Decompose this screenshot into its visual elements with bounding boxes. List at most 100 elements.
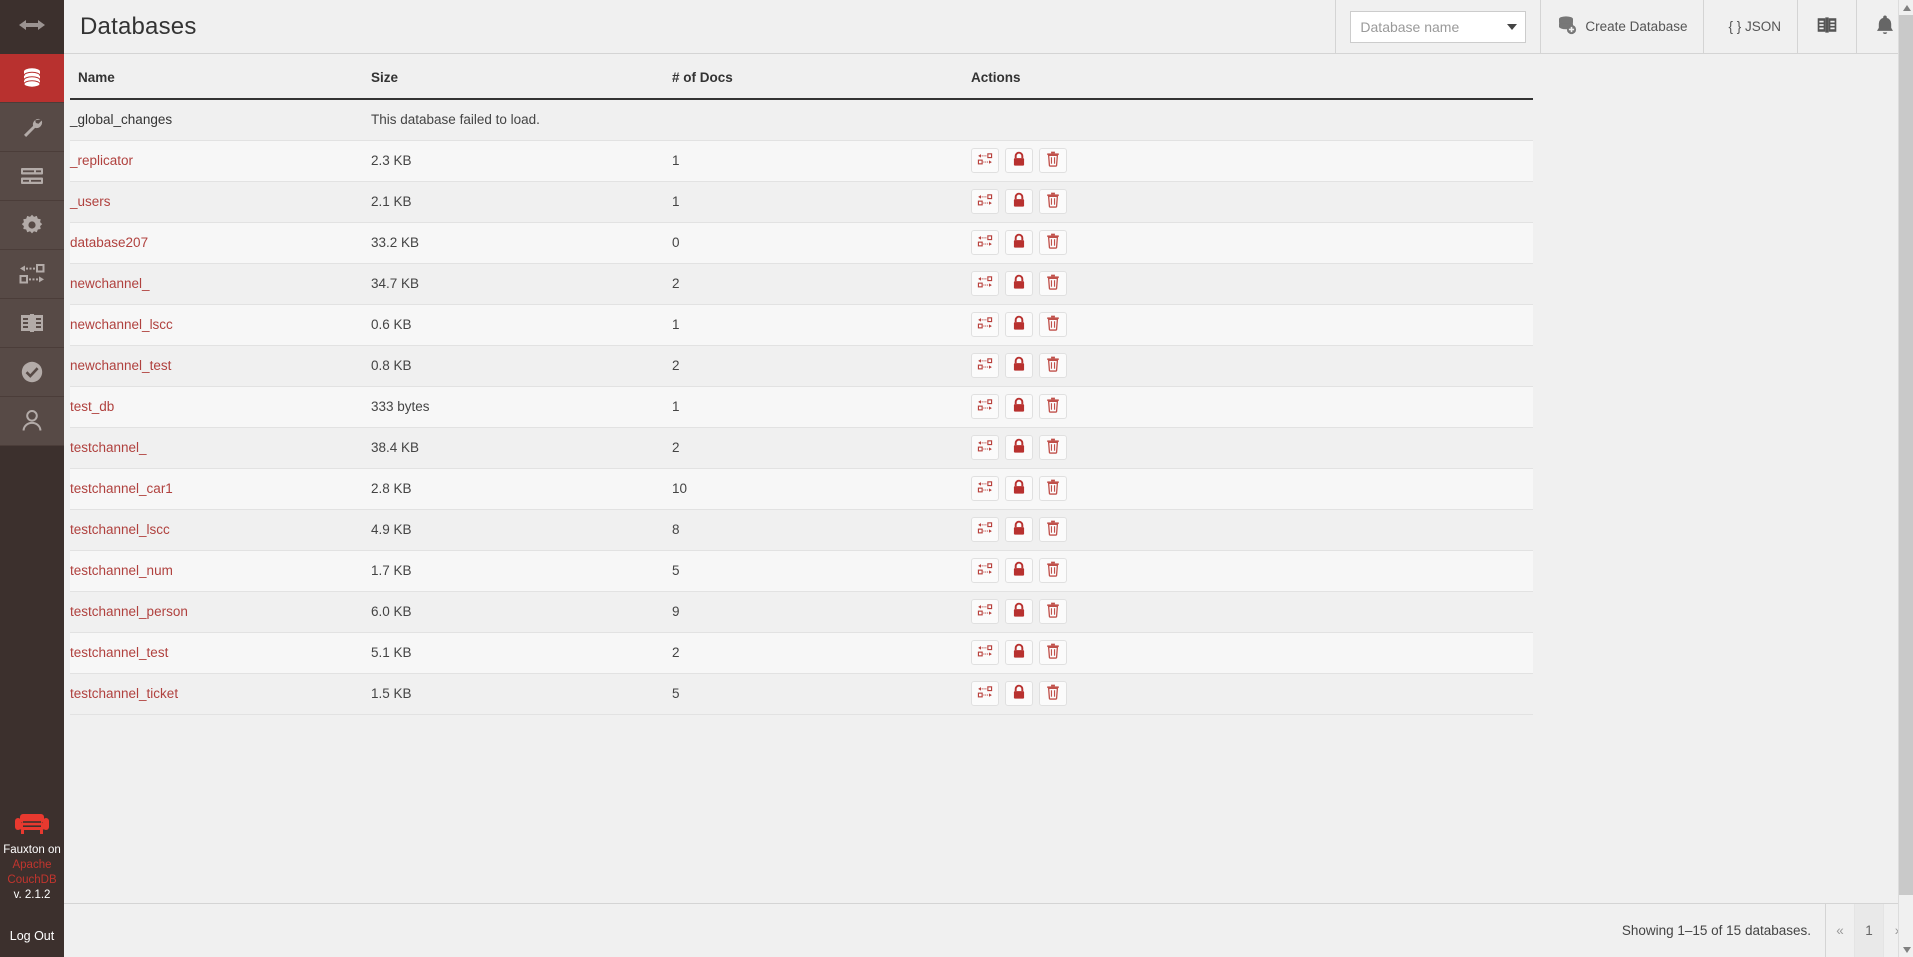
permissions-button[interactable] [1005,476,1034,501]
database-link[interactable]: newchannel_ [70,276,150,291]
delete-button[interactable] [1039,517,1068,542]
logout-button[interactable]: Log Out [0,911,64,957]
database-link[interactable]: testchannel_person [70,604,188,619]
scrollbar-down-arrow[interactable] [1899,942,1913,957]
replicate-icon [977,439,993,456]
permissions-button[interactable] [1005,312,1034,337]
delete-button[interactable] [1039,189,1068,214]
permissions-button[interactable] [1005,353,1034,378]
database-link[interactable]: newchannel_test [70,358,171,373]
database-link[interactable]: testchannel_test [70,645,168,660]
sidebar-item-replication[interactable] [0,250,64,299]
sidebar-item-account[interactable] [0,397,64,446]
scrollbar-thumb[interactable] [1899,15,1913,895]
column-header-name[interactable]: Name [70,54,372,100]
sidebar-item-databases[interactable] [0,54,64,103]
lock-icon [1012,561,1026,580]
database-link[interactable]: testchannel_ [70,440,147,455]
scrollbar-up-arrow[interactable] [1899,0,1913,15]
replicate-button[interactable] [971,435,1000,460]
permissions-button[interactable] [1005,640,1034,665]
databases-table: Name Size # of Docs Actions _global_chan… [70,54,1533,715]
delete-button[interactable] [1039,353,1068,378]
sidebar-item-documentation[interactable] [0,299,64,348]
delete-button[interactable] [1039,476,1068,501]
delete-button[interactable] [1039,230,1068,255]
create-database-label: Create Database [1585,19,1688,34]
database-link[interactable]: testchannel_car1 [70,481,173,496]
page-title: Databases [80,12,197,40]
prev-page[interactable]: « [1826,904,1855,957]
search-box[interactable] [1350,10,1527,43]
delete-button[interactable] [1039,681,1068,706]
caret-down-icon[interactable] [1507,23,1518,30]
permissions-button[interactable] [1005,148,1034,173]
replicate-button[interactable] [971,271,1000,296]
bell-icon [1875,14,1895,39]
replicate-button[interactable] [971,640,1000,665]
delete-button[interactable] [1039,271,1068,296]
replicate-button[interactable] [971,476,1000,501]
brand-version: v. 2.1.2 [13,889,51,901]
database-link[interactable]: testchannel_num [70,563,173,578]
permissions-button[interactable] [1005,517,1034,542]
delete-button[interactable] [1039,148,1068,173]
check-circle-icon [20,360,44,384]
json-button[interactable]: { } JSON [1703,0,1797,53]
permissions-button[interactable] [1005,271,1034,296]
sidebar-item-configuration[interactable] [0,201,64,250]
user-icon [21,409,43,433]
column-header-docs[interactable]: # of Docs [672,54,972,100]
search-input[interactable] [1360,18,1501,35]
cell-doc-count: 5 [672,673,972,715]
delete-button[interactable] [1039,640,1068,665]
database-link[interactable]: _replicator [70,153,133,168]
database-link[interactable]: testchannel_lscc [70,522,170,537]
trash-icon [1046,561,1060,580]
delete-button[interactable] [1039,435,1068,460]
permissions-button[interactable] [1005,189,1034,214]
permissions-button[interactable] [1005,558,1034,583]
replicate-button[interactable] [971,517,1000,542]
sidebar-item-active-tasks[interactable] [0,152,64,201]
permissions-button[interactable] [1005,394,1034,419]
wrench-icon [20,115,44,139]
database-link[interactable]: newchannel_lscc [70,317,173,332]
row-actions [971,681,1533,706]
delete-button[interactable] [1039,558,1068,583]
delete-button[interactable] [1039,394,1068,419]
cell-database-name: test_db [70,386,372,428]
permissions-button[interactable] [1005,435,1034,460]
sidebar-item-verify[interactable] [0,348,64,397]
delete-button[interactable] [1039,312,1068,337]
replicate-button[interactable] [971,599,1000,624]
documentation-button[interactable] [1797,0,1856,53]
row-actions [971,353,1533,378]
replicate-button[interactable] [971,230,1000,255]
replicate-button[interactable] [971,394,1000,419]
create-database-button[interactable]: Create Database [1540,0,1703,53]
permissions-button[interactable] [1005,599,1034,624]
database-link[interactable]: _users [70,194,111,209]
page-scrollbar[interactable] [1898,0,1913,957]
sidebar-toggle-button[interactable] [0,0,64,54]
replicate-button[interactable] [971,189,1000,214]
replicate-button[interactable] [971,353,1000,378]
replicate-button[interactable] [971,558,1000,583]
sidebar: Fauxton on Apache CouchDB v. 2.1.2 Log O… [0,0,64,957]
cell-actions [971,468,1533,510]
sidebar-item-setup[interactable] [0,103,64,152]
permissions-button[interactable] [1005,681,1034,706]
column-header-size[interactable]: Size [371,54,673,100]
permissions-button[interactable] [1005,230,1034,255]
database-link[interactable]: testchannel_ticket [70,686,178,701]
page-1[interactable]: 1 [1855,904,1884,957]
databases-content: Name Size # of Docs Actions _global_chan… [64,54,1913,902]
delete-button[interactable] [1039,599,1068,624]
replicate-button[interactable] [971,148,1000,173]
replicate-icon [977,685,993,702]
database-link[interactable]: database207 [70,235,148,250]
replicate-button[interactable] [971,312,1000,337]
database-link[interactable]: test_db [70,399,114,414]
replicate-button[interactable] [971,681,1000,706]
